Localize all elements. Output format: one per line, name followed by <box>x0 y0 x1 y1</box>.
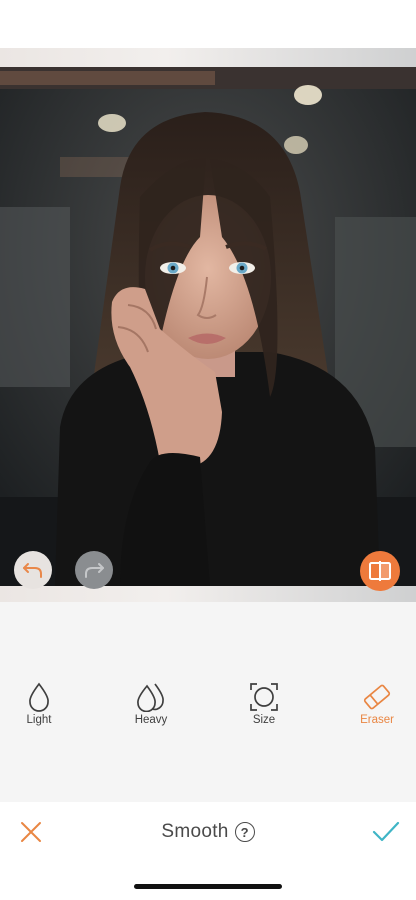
eraser-icon <box>363 684 391 710</box>
undo-icon <box>23 563 42 578</box>
tool-heavy-label: Heavy <box>134 714 168 726</box>
confirm-button[interactable] <box>372 820 400 844</box>
compare-button[interactable] <box>360 551 400 591</box>
editor-title: Smooth <box>161 821 229 842</box>
tool-light[interactable]: Light <box>4 678 74 726</box>
editor-title-group: Smooth ? <box>0 820 416 844</box>
tool-eraser[interactable]: Eraser <box>342 678 412 726</box>
tool-heavy[interactable]: Heavy <box>116 678 186 726</box>
top-status-area <box>0 0 416 48</box>
tool-size[interactable]: Size <box>229 678 299 726</box>
redo-button[interactable] <box>75 551 113 589</box>
drop-heavy-icon <box>137 683 164 712</box>
checkmark-icon <box>372 821 400 842</box>
tool-eraser-label: Eraser <box>360 714 394 726</box>
brush-size-icon <box>250 683 278 711</box>
compare-icon <box>369 561 391 581</box>
redo-icon <box>85 563 104 578</box>
undo-button[interactable] <box>14 551 52 589</box>
tool-size-label: Size <box>252 714 276 726</box>
help-icon[interactable]: ? <box>234 822 255 842</box>
tool-light-label: Light <box>26 714 52 726</box>
portrait-image <box>0 67 416 586</box>
tool-panel: Light Heavy Size Eraser <box>0 602 416 802</box>
home-indicator <box>134 884 282 889</box>
drop-light-icon <box>29 682 49 712</box>
edited-photo[interactable] <box>0 67 416 586</box>
